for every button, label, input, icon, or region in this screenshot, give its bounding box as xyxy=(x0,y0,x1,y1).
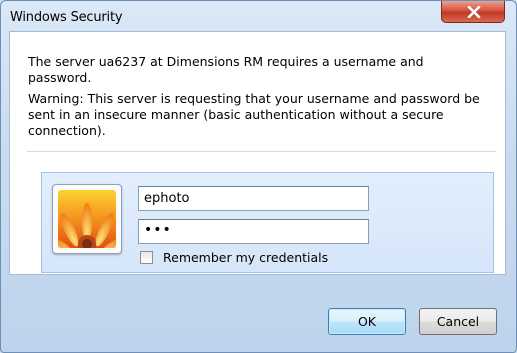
window-title: Windows Security xyxy=(10,10,123,25)
divider xyxy=(27,151,496,152)
user-tile-flower-icon xyxy=(58,190,116,248)
insecure-warning: Warning: This server is requesting that … xyxy=(28,91,480,138)
cancel-button[interactable]: Cancel xyxy=(419,308,497,335)
avatar xyxy=(52,184,122,254)
ok-button[interactable]: OK xyxy=(328,308,406,335)
remember-credentials-checkbox[interactable] xyxy=(140,251,153,264)
close-button[interactable] xyxy=(441,1,505,23)
password-field[interactable]: ••• xyxy=(138,219,369,244)
close-icon xyxy=(467,6,481,18)
title-bar[interactable]: Windows Security xyxy=(1,1,516,31)
server-message: The server ua6237 at Dimensions RM requi… xyxy=(28,54,424,85)
username-field[interactable]: ephoto xyxy=(138,186,369,211)
remember-credentials-label[interactable]: Remember my credentials xyxy=(163,250,328,265)
